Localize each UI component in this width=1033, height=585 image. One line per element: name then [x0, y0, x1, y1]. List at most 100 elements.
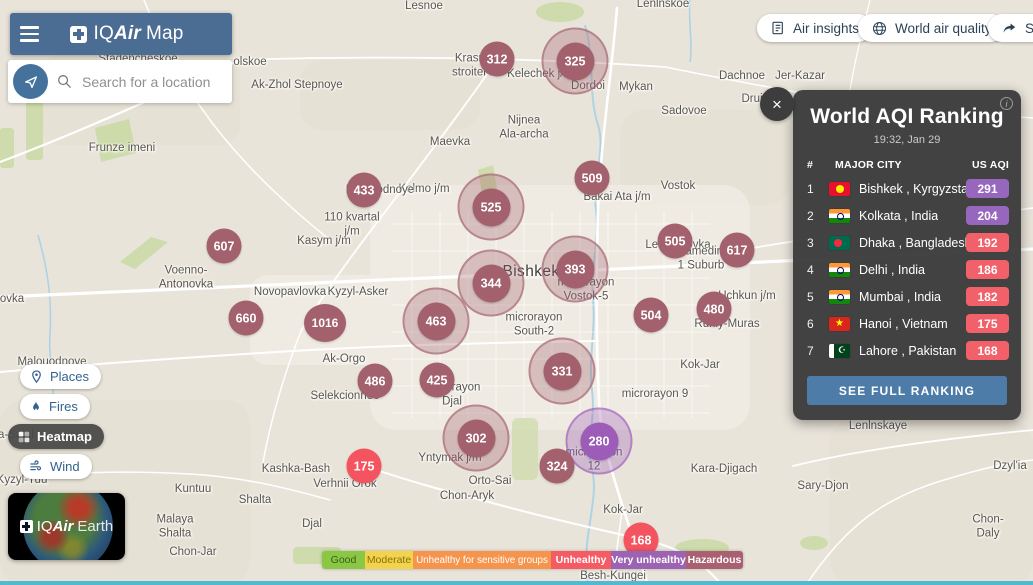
rank-number: 1: [807, 182, 825, 196]
city-name: Bishkek , Kyrgyzstan: [859, 182, 966, 196]
aqi-badge: 182: [966, 287, 1009, 306]
aqi-marker[interactable]: 505: [658, 224, 693, 259]
city-name: Hanoi , Vietnam: [859, 317, 948, 331]
share-label: Sha: [1025, 21, 1033, 36]
aqi-marker[interactable]: 331: [529, 338, 596, 405]
fires-label: Fires: [49, 399, 78, 414]
aqi-marker[interactable]: 325: [542, 28, 609, 95]
iqair-logo[interactable]: IQAirMap: [70, 23, 209, 45]
aqi-marker[interactable]: 425: [420, 363, 455, 398]
flag-bd-icon: [829, 236, 850, 250]
aqi-marker-value: 302: [457, 419, 495, 457]
aqi-marker-value: 393: [556, 250, 594, 288]
iqair-plus-icon: [20, 520, 33, 533]
ranking-row[interactable]: 5Mumbai , India182: [793, 283, 1021, 310]
legend-segment: Good: [322, 551, 365, 569]
aqi-marker[interactable]: 660: [229, 301, 264, 336]
ranking-row[interactable]: 1 Bishkek , Kyrgyzstan291: [793, 175, 1021, 202]
earth-label: IQAirEarth: [8, 493, 125, 560]
aqi-marker-value: 463: [417, 302, 455, 340]
share-arrow-icon: [1001, 20, 1018, 37]
aqi-marker[interactable]: 607: [207, 229, 242, 264]
ranking-row[interactable]: 4 Delhi , India 186: [793, 256, 1021, 283]
globe-icon: [871, 20, 888, 37]
rank-column-header: #: [807, 159, 825, 171]
aqi-marker[interactable]: 175: [347, 449, 382, 484]
ranking-rows: 1 Bishkek , Kyrgyzstan291 2Kolkata , India…: [793, 175, 1021, 364]
aqi-marker[interactable]: 302: [443, 405, 510, 472]
rank-number: 6: [807, 317, 825, 331]
world-air-quality-button[interactable]: World air quality: [858, 14, 1005, 42]
rank-number: 4: [807, 263, 825, 277]
rank-number: 5: [807, 290, 825, 304]
aqi-badge: 175: [966, 314, 1009, 333]
aqi-marker-value: 344: [472, 264, 510, 302]
world-aqi-ranking-panel: i World AQI Ranking 19:32, Jan 29 # MAJO…: [793, 90, 1021, 420]
iqair-wordmark: IQAirMap: [93, 23, 183, 45]
ranking-row[interactable]: 3Dhaka , Bangladesh192: [793, 229, 1021, 256]
bottom-accent-strip: [0, 581, 1033, 585]
map-pin-icon: [29, 369, 44, 384]
flag-kg-icon: [829, 182, 850, 196]
ranking-row[interactable]: 2Kolkata , India204: [793, 202, 1021, 229]
close-ranking-button[interactable]: ×: [760, 87, 794, 121]
aqi-marker[interactable]: 433: [347, 173, 382, 208]
locate-button[interactable]: [13, 64, 48, 99]
aqi-marker[interactable]: 393: [542, 236, 609, 303]
aqi-marker[interactable]: 509: [575, 161, 610, 196]
app-header: IQAirMap: [10, 13, 232, 55]
aqi-badge: 186: [966, 260, 1009, 279]
wind-layer-button[interactable]: Wind: [20, 454, 92, 479]
aqi-marker[interactable]: 324: [540, 449, 575, 484]
menu-button[interactable]: [10, 20, 48, 47]
wind-icon: [29, 459, 44, 474]
aqi-badge: 168: [966, 341, 1009, 360]
aqi-column-header: US AQI: [972, 159, 1009, 171]
search-bar: [8, 60, 232, 103]
aqi-badge: 204: [966, 206, 1009, 225]
ranking-row[interactable]: 7 Lahore , Pakistan 168: [793, 337, 1021, 364]
aqi-marker[interactable]: 486: [358, 364, 393, 399]
aqi-marker[interactable]: 344: [458, 250, 525, 317]
world-air-quality-label: World air quality: [895, 21, 992, 36]
wind-label: Wind: [50, 459, 80, 474]
flag-in-icon: [829, 290, 850, 304]
aqi-marker[interactable]: 312: [480, 42, 515, 77]
legend-segment: Unhealthy: [551, 551, 611, 569]
places-layer-button[interactable]: Places: [20, 364, 101, 389]
ranking-timestamp: 19:32, Jan 29: [793, 134, 1021, 146]
aqi-marker[interactable]: 480: [697, 292, 732, 327]
see-full-ranking-button[interactable]: SEE FULL RANKING: [807, 376, 1007, 405]
aqi-badge: 291: [966, 179, 1009, 198]
aqi-marker[interactable]: 504: [634, 298, 669, 333]
share-button[interactable]: Sha: [988, 14, 1033, 42]
ranking-title: World AQI Ranking: [793, 105, 1021, 129]
flag-pk-icon: [829, 344, 850, 358]
places-label: Places: [50, 369, 89, 384]
search-icon: [56, 73, 73, 90]
hamburger-icon: [20, 26, 39, 28]
flag-in-icon: [829, 209, 850, 223]
ranking-row[interactable]: 6 Hanoi , Vietnam 175: [793, 310, 1021, 337]
search-input[interactable]: [80, 73, 230, 91]
list-document-icon: [770, 20, 786, 36]
heatmap-layer-button[interactable]: Heatmap: [8, 424, 104, 449]
aqi-marker[interactable]: 463: [403, 288, 470, 355]
rank-number: 7: [807, 344, 825, 358]
city-column-header: MAJOR CITY: [835, 159, 902, 171]
aqi-marker-value: 280: [580, 422, 618, 460]
city-name: Dhaka , Bangladesh: [859, 236, 966, 250]
iqair-earth-button[interactable]: IQAirEarth: [8, 493, 125, 560]
aqi-marker[interactable]: 280: [566, 408, 633, 475]
fires-layer-button[interactable]: Fires: [20, 394, 90, 419]
city-name: Delhi , India: [859, 263, 925, 277]
city-name: Lahore , Pakistan: [859, 344, 956, 358]
aqi-legend: GoodModerateUnhealthy for sensitive grou…: [322, 551, 743, 569]
aqi-marker[interactable]: 617: [720, 233, 755, 268]
air-insights-button[interactable]: Air insights: [757, 14, 872, 42]
aqi-marker[interactable]: 525: [458, 174, 525, 241]
legend-segment: Hazardous: [686, 551, 743, 569]
heatmap-label: Heatmap: [37, 429, 92, 444]
aqi-marker[interactable]: 1016: [304, 304, 346, 342]
info-icon[interactable]: i: [1000, 97, 1013, 110]
